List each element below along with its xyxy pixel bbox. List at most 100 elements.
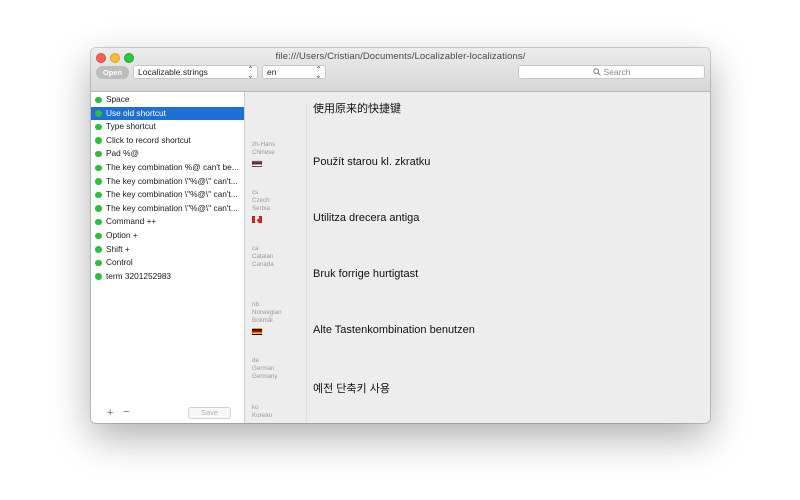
list-item-label: Control [106, 257, 133, 268]
language-code: ca [252, 245, 259, 252]
status-dot [95, 137, 102, 144]
file-select-value: Localizable.strings [138, 67, 208, 77]
sidebar-footer: + − Save [91, 403, 244, 423]
status-dot [95, 232, 102, 240]
germany-flag-icon [252, 328, 262, 335]
language-name: Chinese [252, 149, 275, 156]
translation-row: ca Catalan Canada Utilitza drecera antig… [245, 212, 710, 272]
app-window: file:///Users/Cristian/Documents/Localiz… [91, 48, 710, 423]
language-name: Norwegian [252, 309, 282, 316]
list-item-label: Type shortcut [106, 121, 156, 132]
list-item[interactable]: Pad %@ [91, 147, 244, 161]
remove-term-button[interactable]: − [123, 406, 129, 418]
list-item-label: The key combination \"%@\" can't... [106, 189, 238, 200]
list-item-label: Click to record shortcut [106, 134, 191, 145]
list-item[interactable]: Type shortcut [91, 120, 244, 134]
serbia-flag-icon [252, 160, 262, 167]
translation-row: cs Czech Serbia Použít starou kl. zkratk… [245, 156, 710, 216]
language-region: Germany [252, 373, 278, 380]
language-column: ko Korean [245, 384, 307, 423]
status-dot [95, 246, 102, 253]
list-item[interactable]: Shift + [91, 243, 244, 257]
translation-row: de German Germany Alte Tastenkombination… [245, 324, 710, 384]
language-info: zh-Hans Chinese [252, 141, 275, 157]
list-item-label: Space [106, 94, 130, 104]
language-info: ca Catalan Canada [252, 245, 274, 269]
language-code: cs [252, 189, 259, 196]
list-item[interactable]: term 3201252983 [91, 270, 244, 284]
status-dot [95, 96, 102, 104]
language-info: nb Norwegian Bokmål [252, 301, 282, 325]
language-info: cs Czech Serbia [252, 189, 270, 213]
search-placeholder: Search [603, 67, 631, 77]
status-dot [95, 218, 102, 226]
translation-text[interactable]: Bruk forrige hurtigtast [313, 268, 418, 280]
translation-row: zh-Hans Chinese 使用原来的快捷键 [245, 103, 710, 160]
translation-row: nb Norwegian Bokmål Bruk forrige hurtigt… [245, 268, 710, 328]
list-item-label: The key combination \"%@\" can't... [106, 175, 238, 186]
language-name: Czech [252, 197, 270, 204]
list-item-label: Shift + [106, 243, 130, 254]
list-item[interactable]: The key combination \"%@\" can't... [91, 188, 244, 202]
translation-text[interactable]: 使用原来的快捷键 [313, 100, 401, 116]
canada-flag-icon [252, 216, 262, 223]
status-dot [95, 259, 102, 267]
list-item[interactable]: Use old shortcut [91, 106, 244, 121]
file-select[interactable]: Localizable.strings ⌃ ⌃ [133, 65, 258, 79]
chevron-updown-icon: ⌃ ⌃ [315, 65, 322, 80]
window-title: file:///Users/Cristian/Documents/Localiz… [275, 51, 526, 62]
translation-text[interactable]: Alte Tastenkombination benutzen [313, 324, 475, 336]
language-code: ko [252, 404, 259, 411]
list-item-label: Option + [106, 229, 138, 240]
list-item[interactable]: Click to record shortcut [91, 134, 244, 148]
chevron-updown-icon: ⌃ ⌃ [247, 65, 254, 80]
language-column: zh-Hans Chinese [245, 104, 307, 160]
list-item[interactable]: The key combination %@ can't be... [91, 161, 244, 175]
add-term-button[interactable]: + [107, 407, 113, 419]
save-button[interactable]: Save [188, 407, 231, 419]
translation-text[interactable]: 예전 단축키 사용 [313, 380, 390, 396]
language-name: Korean [252, 412, 272, 419]
list-item-label: term 3201252983 [106, 270, 172, 281]
list-item[interactable]: Control [91, 256, 244, 270]
list-item-label: Use old shortcut [106, 107, 166, 118]
list-item-label: The key combination %@ can't be... [106, 161, 239, 172]
list-item-label: Command ++ [106, 216, 157, 227]
search-field[interactable]: Search [518, 65, 705, 79]
language-region: Bokmål [252, 317, 273, 324]
status-dot [95, 123, 102, 131]
language-column: de German Germany [245, 328, 307, 384]
list-item[interactable]: Option + [91, 229, 244, 243]
list-item-label: Pad %@ [106, 148, 139, 159]
toolbar: file:///Users/Cristian/Documents/Localiz… [91, 48, 710, 92]
language-name: Catalan [252, 253, 274, 260]
language-select[interactable]: en ⌃ ⌃ [262, 65, 326, 79]
open-button[interactable]: Open [96, 66, 129, 79]
language-code: de [252, 357, 259, 364]
translation-text[interactable]: Utilitza drecera antiga [313, 212, 419, 224]
language-region: Serbia [252, 205, 270, 212]
language-name: German [252, 365, 275, 372]
translations-panel: zh-Hans Chinese 使用原来的快捷键 cs Czech Serbia… [245, 92, 710, 423]
status-dot [95, 205, 102, 212]
list-item[interactable]: The key combination \"%@\" can't... [91, 175, 244, 189]
status-dot [95, 191, 102, 199]
list-item[interactable]: Space [91, 93, 244, 107]
translation-row: ko Korean 예전 단축키 사용 [245, 383, 710, 423]
list-item[interactable]: The key combination \"%@\" can't... [91, 202, 244, 216]
status-dot [95, 273, 102, 280]
status-dot [95, 164, 102, 172]
language-region: Canada [252, 261, 274, 268]
language-column: cs Czech Serbia [245, 160, 307, 216]
language-info: ko Korean [252, 404, 272, 420]
language-info: de German Germany [252, 357, 277, 381]
search-icon [592, 68, 601, 76]
status-dot [95, 178, 102, 185]
term-list: Space Use old shortcut Type shortcut Cli… [91, 93, 244, 283]
language-column: ca Catalan Canada [245, 216, 307, 272]
list-item[interactable]: Command ++ [91, 215, 244, 229]
status-dot [95, 110, 102, 117]
translation-text[interactable]: Použít starou kl. zkratku [313, 156, 430, 168]
language-column: nb Norwegian Bokmål [245, 272, 307, 328]
language-code: zh-Hans [252, 141, 276, 148]
